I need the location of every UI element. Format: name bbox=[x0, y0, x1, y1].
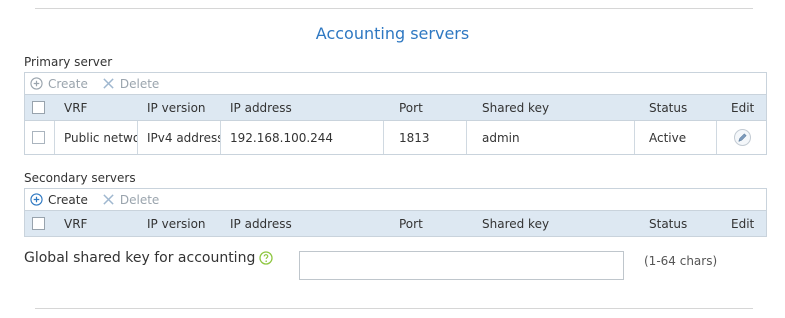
secondary-create-button[interactable]: Create bbox=[30, 193, 88, 207]
question-circle-icon[interactable] bbox=[259, 251, 273, 265]
secondary-servers-panel: Create Delete VRF IP version IP address … bbox=[24, 188, 767, 237]
plus-circle-icon bbox=[30, 193, 43, 206]
primary-server-panel: Create Delete VRF IP version IP address … bbox=[24, 72, 767, 155]
delete-label: Delete bbox=[119, 76, 160, 91]
primary-table-header: VRF IP version IP address Port Shared ke… bbox=[25, 95, 766, 121]
delete-label: Delete bbox=[119, 192, 160, 207]
column-header-edit: Edit bbox=[731, 100, 755, 115]
column-header-ip-version[interactable]: IP version bbox=[138, 211, 221, 236]
create-label: Create bbox=[48, 192, 88, 207]
row-checkbox[interactable] bbox=[32, 131, 45, 144]
column-header-status[interactable]: Status bbox=[635, 211, 717, 236]
column-header-shared-key[interactable]: Shared key bbox=[467, 211, 635, 236]
length-hint: (1-64 chars) bbox=[644, 254, 718, 268]
primary-delete-button[interactable]: Delete bbox=[102, 77, 159, 91]
top-divider bbox=[35, 8, 753, 9]
x-icon bbox=[103, 78, 114, 89]
column-header-port[interactable]: Port bbox=[384, 211, 467, 236]
primary-server-label: Primary server bbox=[24, 55, 113, 69]
cell-ip-address: 192.168.100.244 bbox=[221, 121, 384, 154]
bottom-divider bbox=[35, 308, 753, 309]
column-header-ip-address[interactable]: IP address bbox=[221, 95, 384, 120]
secondary-servers-label: Secondary servers bbox=[24, 171, 136, 185]
column-header-port[interactable]: Port bbox=[384, 95, 467, 120]
cell-vrf: Public network bbox=[55, 121, 138, 154]
global-shared-key-text: Global shared key for accounting bbox=[24, 250, 256, 266]
column-header-ip-address[interactable]: IP address bbox=[221, 211, 384, 236]
table-row[interactable]: Public network IPv4 address 192.168.100.… bbox=[25, 121, 766, 154]
create-label: Create bbox=[48, 76, 88, 91]
primary-toolbar: Create Delete bbox=[25, 73, 766, 95]
select-all-checkbox[interactable] bbox=[32, 101, 45, 114]
cell-port: 1813 bbox=[384, 121, 467, 154]
select-all-cell bbox=[25, 211, 55, 236]
column-header-ip-version[interactable]: IP version bbox=[138, 95, 221, 120]
column-header-edit: Edit bbox=[731, 216, 755, 231]
cell-edit bbox=[717, 121, 767, 154]
secondary-table-header: VRF IP version IP address Port Shared ke… bbox=[25, 211, 766, 237]
secondary-delete-button[interactable]: Delete bbox=[102, 193, 159, 207]
plus-circle-icon bbox=[30, 77, 43, 90]
section-title: Accounting servers bbox=[315, 24, 470, 43]
cell-status: Active bbox=[635, 121, 717, 154]
global-shared-key-label: Global shared key for accounting bbox=[24, 250, 273, 266]
x-icon bbox=[103, 194, 114, 205]
pencil-icon bbox=[737, 133, 747, 142]
row-checkbox-cell bbox=[25, 121, 55, 154]
secondary-toolbar: Create Delete bbox=[25, 189, 766, 211]
column-header-vrf[interactable]: VRF bbox=[55, 95, 138, 120]
global-shared-key-input[interactable] bbox=[299, 251, 624, 280]
column-header-shared-key[interactable]: Shared key bbox=[467, 95, 635, 120]
cell-shared-key: admin bbox=[467, 121, 635, 154]
select-all-checkbox[interactable] bbox=[32, 217, 45, 230]
primary-create-button[interactable]: Create bbox=[30, 77, 88, 91]
cell-ip-version: IPv4 address bbox=[138, 121, 221, 154]
column-header-status[interactable]: Status bbox=[635, 95, 717, 120]
edit-button[interactable] bbox=[733, 129, 751, 146]
select-all-cell bbox=[25, 95, 55, 120]
column-header-vrf[interactable]: VRF bbox=[55, 211, 138, 236]
